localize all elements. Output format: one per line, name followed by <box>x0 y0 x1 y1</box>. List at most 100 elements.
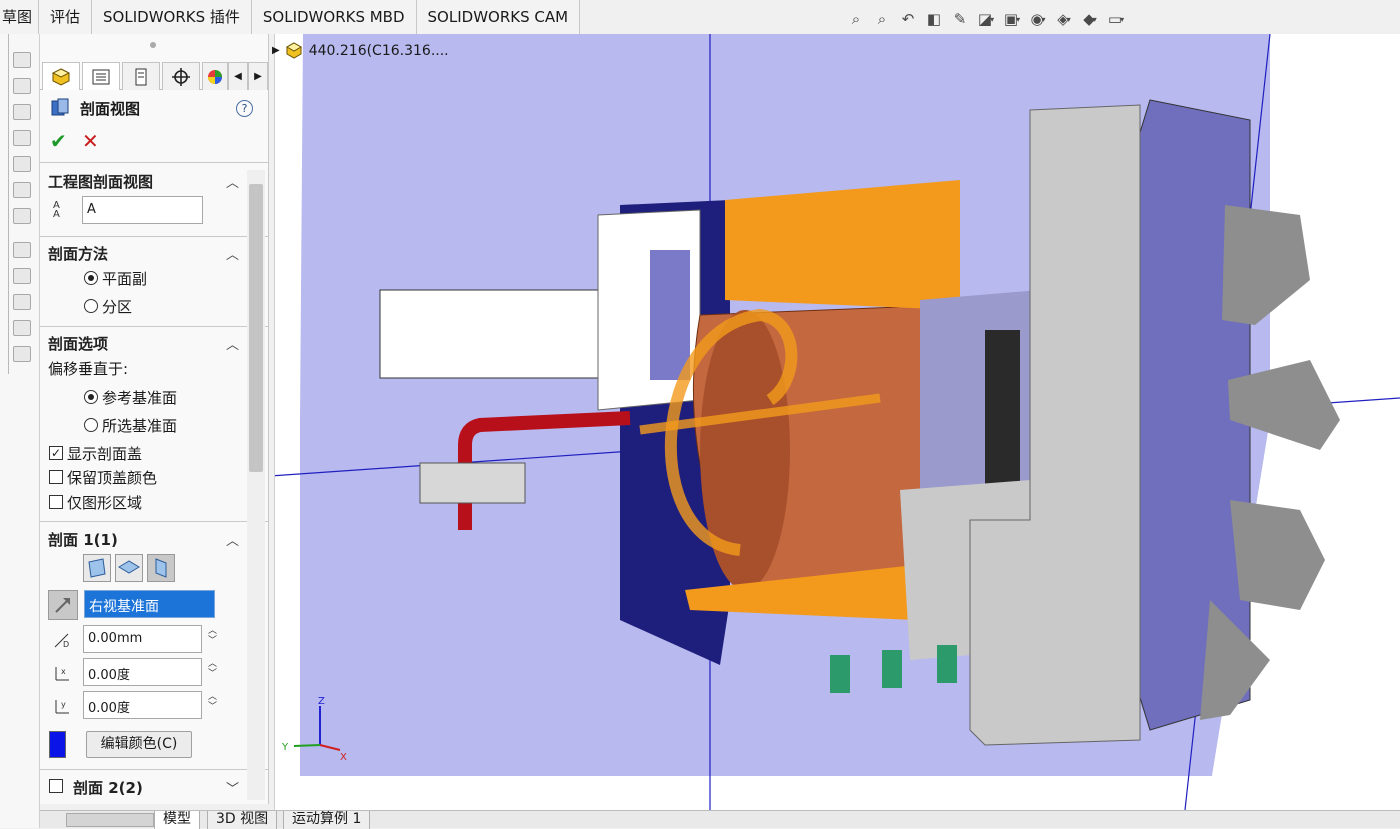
y-axis <box>293 744 321 747</box>
pointer-icon[interactable] <box>13 294 31 310</box>
right-arrow-icon: ▶ <box>254 71 262 82</box>
tab-property-manager[interactable] <box>82 62 120 90</box>
y-rotation-spinner[interactable]: ︿ ﹀ <box>208 692 217 712</box>
edit-color-button[interactable]: 编辑颜色(C) <box>86 731 192 758</box>
view-orientation-icon[interactable]: ◪ ▾ <box>975 8 997 30</box>
expand-chevron-icon[interactable]: ﹀ <box>226 778 239 797</box>
section-color-swatch[interactable] <box>49 731 66 758</box>
panel-grip[interactable] <box>150 42 156 48</box>
tab-dimxpert[interactable] <box>162 62 200 90</box>
collapse-chevron-icon[interactable]: ︿ <box>226 530 239 549</box>
collapse-chevron-icon[interactable]: ︿ <box>226 172 239 191</box>
section-plane-input[interactable]: 右视基准面 <box>84 590 215 618</box>
section2-checkbox[interactable] <box>49 779 63 793</box>
section-front-plane-button[interactable] <box>83 554 111 582</box>
offset-distance-input[interactable]: 0.00mm <box>83 625 202 653</box>
tab-3d-view[interactable]: 3D 视图 <box>207 811 278 829</box>
copy-icon[interactable] <box>13 320 31 336</box>
cube-icon[interactable] <box>13 52 31 68</box>
z-axis-label: Z <box>318 696 325 707</box>
gear-teeth <box>650 250 690 380</box>
part-name: 440.216(C16.316.... <box>308 42 449 59</box>
tab-scroll-right[interactable]: ▶ <box>248 62 268 90</box>
dynamic-annotation-icon[interactable]: ✎ <box>949 8 971 30</box>
view-settings-icon[interactable]: ▭ ▾ <box>1105 8 1127 30</box>
ok-button[interactable]: ✔ <box>50 129 67 153</box>
collapse-chevron-icon[interactable]: ︿ <box>226 334 239 353</box>
zoom-area-icon[interactable]: ⌕ <box>871 8 893 30</box>
sphere-icon[interactable] <box>13 208 31 224</box>
sketch-icon[interactable] <box>13 242 31 258</box>
reverse-direction-button[interactable] <box>48 590 78 620</box>
left-command-strip <box>0 34 40 828</box>
edit-appearance-icon[interactable]: ◈ ▾ <box>1053 8 1075 30</box>
previous-view-icon[interactable]: ↶ <box>897 8 919 30</box>
panel-splitter[interactable] <box>269 34 275 810</box>
section-name-input[interactable]: A <box>82 196 203 224</box>
tab-motion-study[interactable]: 运动算例 1 <box>283 811 371 829</box>
panel-scrollbar[interactable] <box>247 170 265 800</box>
cube-icon[interactable] <box>13 104 31 120</box>
cancel-button[interactable]: ✕ <box>82 129 99 153</box>
feature-tree-root[interactable]: ▶ 440.216(C16.316.... <box>272 42 449 59</box>
wrench-icon[interactable] <box>13 268 31 284</box>
part-icon <box>52 67 70 86</box>
scroll-thumb[interactable] <box>249 184 263 472</box>
display-style-icon[interactable]: ▣ ▾ <box>1001 8 1023 30</box>
plane-right-icon <box>155 558 167 578</box>
section-divider <box>40 521 268 522</box>
svg-text:D: D <box>63 640 69 649</box>
svg-text:y: y <box>61 700 66 709</box>
cube-icon[interactable] <box>13 182 31 198</box>
cube-icon[interactable] <box>13 130 31 146</box>
tab-model[interactable]: 模型 <box>154 811 200 829</box>
tab-configuration-manager[interactable] <box>122 62 160 90</box>
crosshair-icon <box>172 67 190 86</box>
x-rotation-spinner[interactable]: ︿ ﹀ <box>208 659 217 679</box>
view-toolbar: ⌕ ⌕ ↶ ◧ ✎ ◪ ▾ ▣ ▾ ◉ ▾ ◈ ▾ ◆ ▾ ▭ ▾ <box>845 6 1127 32</box>
tab-evaluate[interactable]: 评估 <box>39 0 93 34</box>
x-axis-label: X <box>340 752 347 763</box>
offset-normal-label: 偏移垂直于: <box>48 360 129 378</box>
copy-icon[interactable] <box>13 346 31 362</box>
keep-cap-color-checkbox[interactable] <box>49 470 63 484</box>
show-cap-checkbox[interactable]: ✓ <box>49 446 63 460</box>
zoom-fit-icon[interactable]: ⌕ <box>845 8 867 30</box>
strip-divider <box>8 34 9 374</box>
graphics-only-checkbox[interactable] <box>49 495 63 509</box>
help-button[interactable]: ? <box>236 100 253 117</box>
section-right-plane-button[interactable] <box>147 554 175 582</box>
tab-appearance[interactable] <box>202 62 228 90</box>
section-view-icon[interactable]: ◧ <box>923 8 945 30</box>
tab-solidworks-addins[interactable]: SOLIDWORKS 插件 <box>92 0 252 34</box>
expand-arrow-icon[interactable]: ▶ <box>272 45 280 56</box>
cube-icon[interactable] <box>13 156 31 172</box>
radio-planar[interactable] <box>84 271 98 285</box>
section-top-plane-button[interactable] <box>115 554 143 582</box>
section-divider <box>40 162 268 163</box>
cube-icon[interactable] <box>13 78 31 94</box>
tab-feature-tree[interactable] <box>42 62 80 90</box>
radio-zonal[interactable] <box>84 299 98 313</box>
section-divider <box>40 326 268 327</box>
apply-scene-icon[interactable]: ◆ ▾ <box>1079 8 1101 30</box>
tab-solidworks-cam[interactable]: SOLIDWORKS CAM <box>416 0 581 34</box>
x-rotation-input[interactable]: 0.00度 <box>83 658 202 686</box>
y-axis-label: Y <box>281 742 289 753</box>
tab-navigation-arrows[interactable] <box>66 813 154 827</box>
hide-show-icon[interactable]: ◉ ▾ <box>1027 8 1049 30</box>
graphics-viewport[interactable] <box>270 34 1400 810</box>
tab-sketch[interactable]: 草图 <box>0 0 40 34</box>
left-arrow-icon: ◀ <box>234 71 242 82</box>
radio-selected-plane[interactable] <box>84 418 98 432</box>
offset-spinner[interactable]: ︿ ﹀ <box>208 626 217 646</box>
collapse-chevron-icon[interactable]: ︿ <box>226 244 239 263</box>
color-wheel-icon <box>208 69 222 84</box>
tab-scroll-left[interactable]: ◀ <box>228 62 248 90</box>
section-view-icon <box>51 98 69 116</box>
name-sort-icon: AA <box>53 200 60 220</box>
radio-reference-plane[interactable] <box>84 390 98 404</box>
y-rotation-input[interactable]: 0.00度 <box>83 691 202 719</box>
show-cap-label: 显示剖面盖 <box>67 445 143 463</box>
tab-solidworks-mbd[interactable]: SOLIDWORKS MBD <box>251 0 417 34</box>
